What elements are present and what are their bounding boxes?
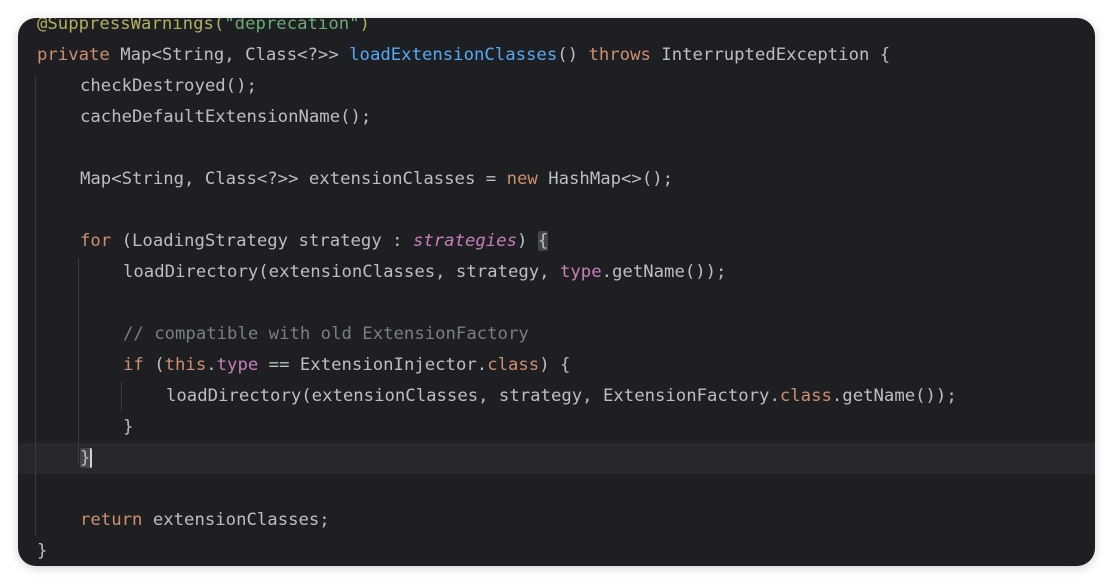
code-line-annotation: @SuppressWarnings("deprecation"): [18, 18, 1095, 40]
code-editor-panel: @SuppressWarnings("deprecation") private…: [18, 18, 1095, 566]
call-end-token: .getName());: [601, 262, 727, 282]
code-line-for-close: }: [18, 443, 1095, 474]
code-line-map-declaration: Map<String, Class<?>> extensionClasses =…: [18, 164, 1095, 195]
string-token: "deprecation": [224, 18, 360, 34]
statement-token: checkDestroyed();: [80, 76, 257, 96]
code-line-if-statement: if (this.type == ExtensionInjector.class…: [18, 350, 1095, 381]
code-line-load-directory: loadDirectory(extensionClasses, strategy…: [18, 257, 1095, 288]
declaration-token: Map<String, Class<?>> extensionClasses =: [80, 169, 507, 189]
code-line-method-close: }: [18, 536, 1095, 566]
field-type: type: [216, 355, 259, 375]
keyword-class: class: [487, 355, 540, 375]
keyword-this: this: [164, 355, 207, 375]
dot-token: .: [206, 355, 217, 375]
params-token: (): [557, 45, 589, 65]
code-line-for-loop: for (LoadingStrategy strategy : strategi…: [18, 226, 1095, 257]
brace-token: }: [123, 417, 134, 437]
loop-close-token: ): [517, 231, 538, 251]
keyword-throws: throws: [588, 45, 651, 65]
return-value-token: extensionClasses;: [142, 510, 330, 530]
code-line-check-destroyed: checkDestroyed();: [18, 71, 1095, 102]
keyword-for: for: [80, 231, 112, 251]
code-line-method-signature: private Map<String, Class<?>> loadExtens…: [18, 40, 1095, 71]
comment-token: // compatible with old ExtensionFactory: [123, 324, 529, 344]
call-token: loadDirectory(extensionClasses, strategy…: [123, 262, 560, 282]
code-line-comment: // compatible with old ExtensionFactory: [18, 319, 1095, 350]
constructor-token: HashMap<>();: [537, 169, 674, 189]
matched-brace-close-caret: }: [80, 448, 93, 468]
brace-token: }: [37, 541, 48, 561]
code-line-if-close: }: [18, 412, 1095, 443]
code-line-return: return extensionClasses;: [18, 505, 1095, 536]
method-name-token: loadExtensionClasses: [349, 45, 558, 65]
annotation-close-token: ): [359, 18, 370, 34]
matched-brace-open: {: [537, 231, 549, 251]
keyword-new: new: [506, 169, 538, 189]
statement-token: cacheDefaultExtensionName();: [80, 107, 372, 127]
loop-header-token: (LoadingStrategy strategy :: [111, 231, 413, 251]
call-token: loadDirectory(extensionClasses, strategy…: [166, 386, 780, 406]
keyword-private: private: [37, 45, 110, 65]
keyword-return: return: [80, 510, 143, 530]
return-type-token: Map<String, Class<?>>: [109, 45, 350, 65]
field-type: type: [559, 262, 602, 282]
compare-token: == ExtensionInjector.: [258, 355, 488, 375]
keyword-class: class: [779, 386, 832, 406]
call-end-token: .getName());: [831, 386, 957, 406]
keyword-if: if: [123, 355, 144, 375]
paren-token: (: [143, 355, 165, 375]
annotation-token: @SuppressWarnings(: [37, 18, 225, 34]
static-field-strategies: strategies: [412, 231, 517, 251]
code-line-load-directory-factory: loadDirectory(extensionClasses, strategy…: [18, 381, 1095, 412]
exception-token: InterruptedException {: [650, 45, 891, 65]
if-close-token: ) {: [539, 355, 571, 375]
code-line-cache-default: cacheDefaultExtensionName();: [18, 102, 1095, 133]
